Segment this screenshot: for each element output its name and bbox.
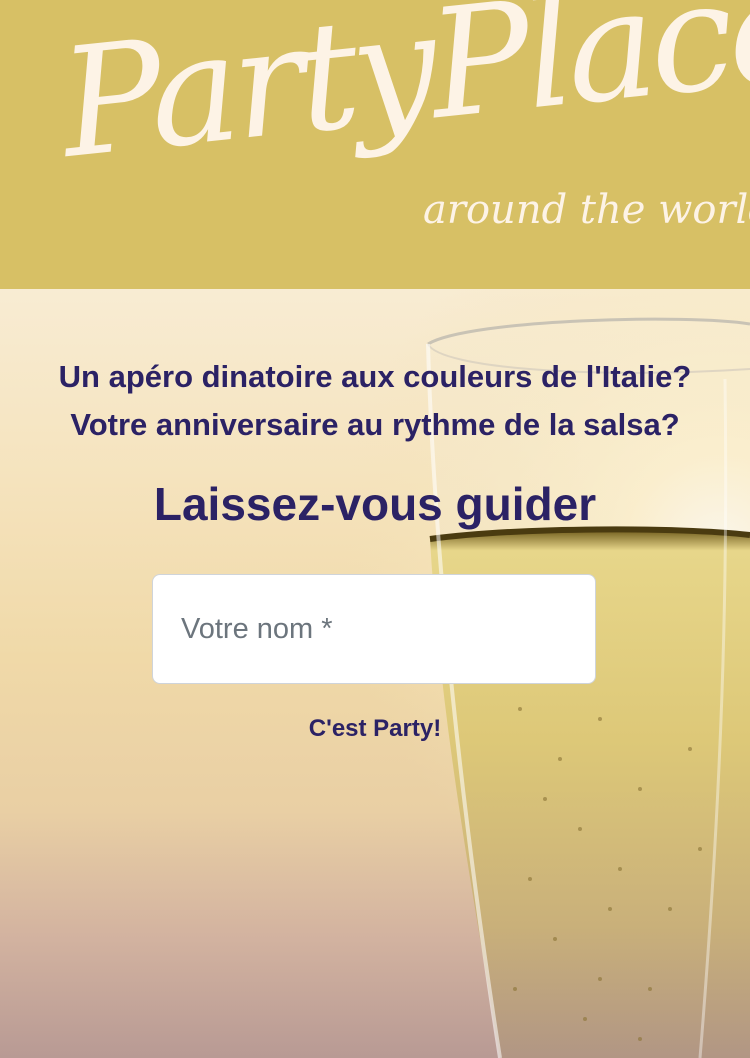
name-label-text: Votre nom	[181, 613, 314, 645]
hero-question-salsa: Votre anniversaire au rythme de la salsa…	[70, 407, 680, 442]
hero-headline: Laissez-vous guider	[153, 478, 597, 530]
name-field-label: Votre nom *	[181, 615, 333, 644]
site-header: PartyPlace around the world	[0, 0, 750, 289]
logo-title: PartyPlace	[53, 0, 750, 192]
logo-tagline: around the world	[423, 187, 750, 233]
submit-button[interactable]: C'est Party!	[265, 712, 485, 746]
hero-question-italy: Un apéro dinatoire aux couleurs de l'Ita…	[58, 359, 692, 394]
name-input[interactable]: Votre nom *	[152, 574, 596, 684]
required-marker: *	[313, 613, 333, 645]
